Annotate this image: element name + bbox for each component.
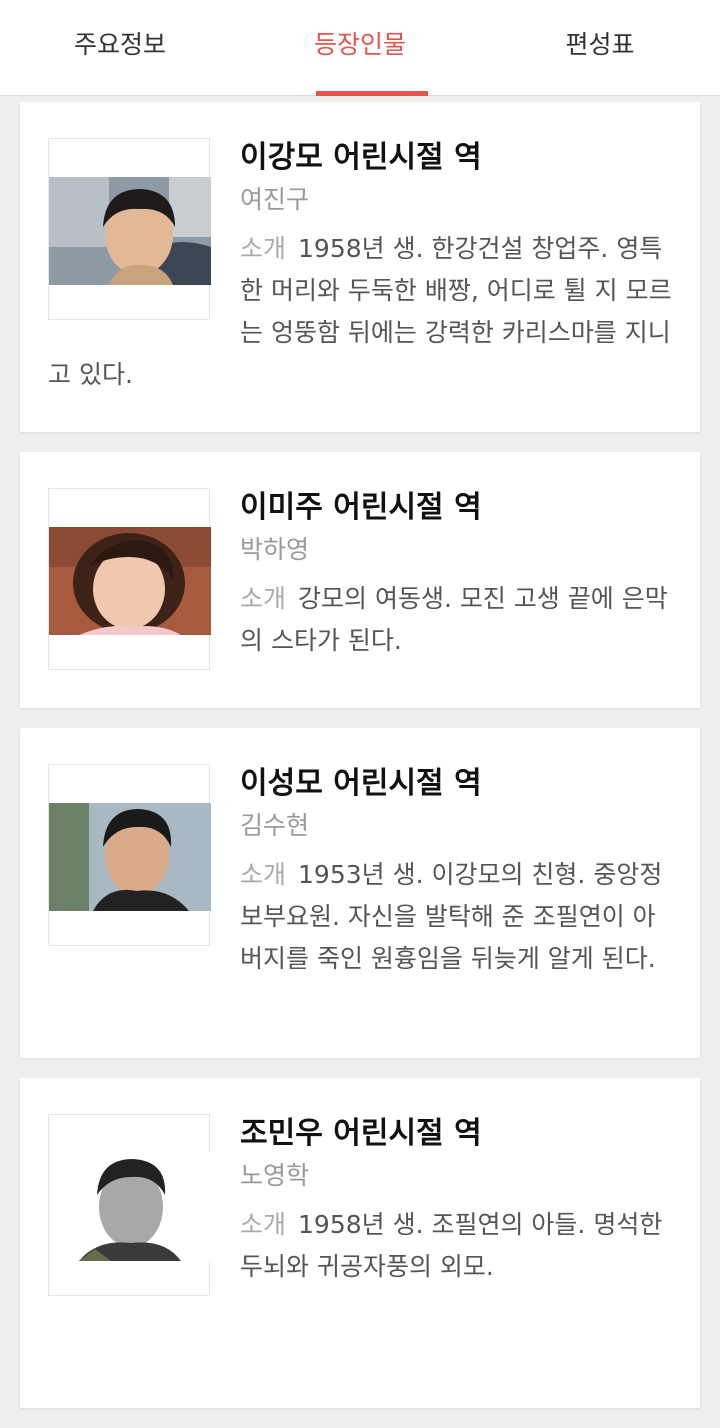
character-card[interactable]: 이강모 어린시절 역 여진구 소개 1958년 생. 한강건설 창업주. 영특한 … [20, 102, 700, 432]
description-text: 강모의 여동생. 모진 고생 끝에 은막의 스타가 된다. [240, 584, 668, 655]
young-man-bw-portrait-icon [49, 1151, 211, 1261]
girl-portrait-icon [49, 527, 211, 635]
character-photo [48, 764, 211, 946]
tab-label: 등장인물 [313, 30, 406, 59]
character-photo [48, 138, 211, 320]
tab-bar: 주요정보 등장인물 편성표 [0, 0, 720, 96]
description-text: 1953년 생. 이강모의 친형. 중앙정보부요원. 자신을 발탁해 준 조필연… [240, 860, 663, 973]
description-label: 소개 [240, 234, 287, 263]
character-card[interactable]: 이성모 어린시절 역 김수현 소개 1953년 생. 이강모의 친형. 중앙정보부… [20, 728, 700, 1058]
description-label: 소개 [240, 860, 287, 889]
tab-main-info[interactable]: 주요정보 [0, 0, 240, 96]
character-photo [48, 1114, 211, 1296]
character-list: 이강모 어린시절 역 여진구 소개 1958년 생. 한강건설 창업주. 영특한 … [20, 102, 700, 1428]
boy-portrait-icon [49, 177, 211, 285]
character-photo [48, 488, 211, 670]
description-label: 소개 [240, 1210, 287, 1239]
tab-characters[interactable]: 등장인물 [240, 0, 480, 96]
active-tab-indicator [316, 91, 428, 96]
character-card[interactable]: 조민우 어린시절 역 노영학 소개 1958년 생. 조필연의 아들. 명석한 두… [20, 1078, 700, 1408]
tab-schedule[interactable]: 편성표 [480, 0, 720, 96]
character-card[interactable]: 이미주 어린시절 역 박하영 소개 강모의 여동생. 모진 고생 끝에 은막의 스… [20, 452, 700, 708]
tab-label: 주요정보 [73, 30, 166, 59]
tab-label: 편성표 [565, 30, 635, 59]
description-text: 1958년 생. 조필연의 아들. 명석한 두뇌와 귀공자풍의 외모. [240, 1210, 663, 1281]
description-label: 소개 [240, 584, 287, 613]
young-man-portrait-icon [49, 803, 211, 911]
